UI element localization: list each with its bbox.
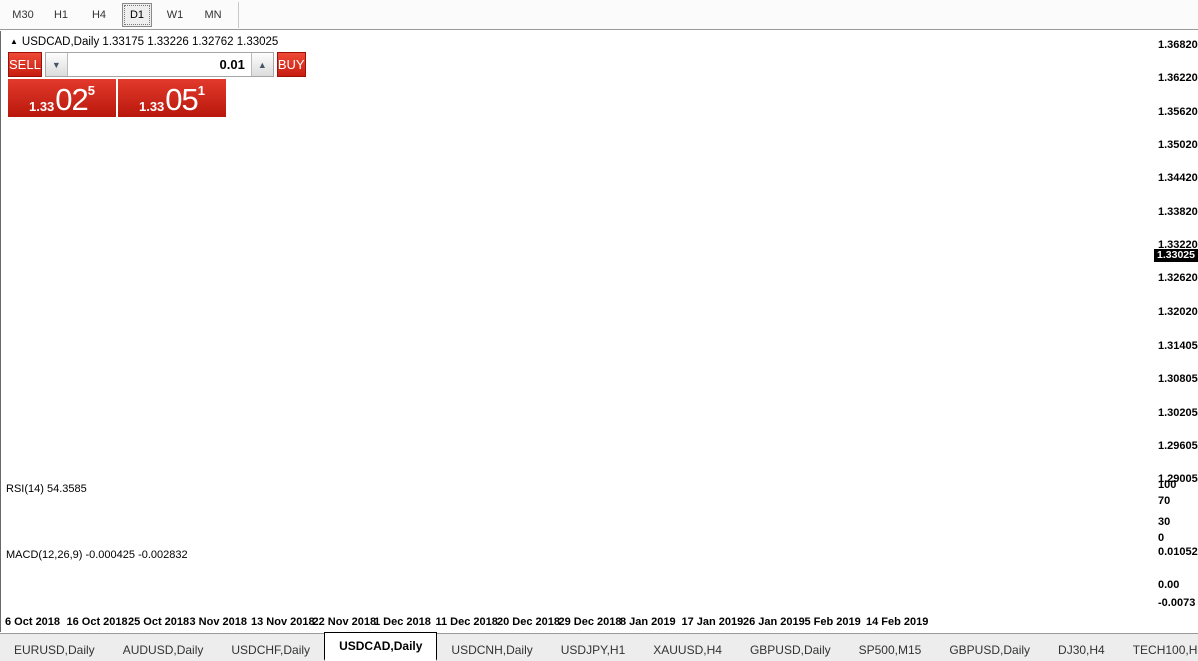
date-axis-label: 17 Jan 2019	[682, 616, 744, 628]
date-axis-label: 5 Feb 2019	[805, 616, 861, 628]
date-axis-label: 8 Jan 2019	[620, 616, 676, 628]
timeframe-button-d1[interactable]: D1	[122, 3, 152, 27]
price-axis-label: 1.32020	[1158, 306, 1198, 318]
buy-price-small: 1.33	[139, 99, 164, 114]
timeframe-button-h4[interactable]: H4	[84, 3, 114, 27]
volume-input[interactable]	[68, 53, 251, 76]
date-axis-label: 29 Dec 2018	[559, 616, 622, 628]
timeframe-button-w1[interactable]: W1	[160, 3, 190, 27]
volume-decrease-button[interactable]: ▼	[46, 53, 68, 76]
sell-price-tile[interactable]: 1.33 02 5	[8, 79, 116, 117]
toolbar-separator	[238, 2, 239, 28]
price-axis-label: 1.30205	[1158, 407, 1198, 419]
one-click-trade-panel: SELL ▼ ▲ BUY 1.33 02 5 1.33 05 1	[8, 52, 227, 117]
tab-gbpusd-daily[interactable]: GBPUSD,Daily	[736, 639, 845, 661]
current-price-tag: 1.33025	[1154, 249, 1198, 262]
date-axis-label: 25 Oct 2018	[128, 616, 189, 628]
price-axis-label: 1.35020	[1158, 139, 1198, 151]
price-axis-label: 1.31405	[1158, 340, 1198, 352]
mt4-terminal: { "toolbar": { "timeframes": ["M30","H1"…	[0, 0, 1198, 661]
rsi-axis-label: 70	[1158, 495, 1170, 507]
macd-axis-label: 0.00	[1158, 579, 1179, 591]
price-axis-label: 1.29605	[1158, 440, 1198, 452]
buy-price-tile[interactable]: 1.33 05 1	[118, 79, 226, 117]
chart-title-text: USDCAD,Daily 1.33175 1.33226 1.32762 1.3…	[22, 36, 278, 48]
date-axis-label: 14 Feb 2019	[866, 616, 928, 628]
date-axis-label: 26 Jan 2019	[743, 616, 805, 628]
tab-usdcnh-daily[interactable]: USDCNH,Daily	[437, 639, 546, 661]
date-axis-label: 3 Nov 2018	[190, 616, 247, 628]
chevron-down-icon: ▼	[52, 60, 61, 70]
tab-sp500-m15[interactable]: SP500,M15	[845, 639, 936, 661]
sell-price-small: 1.33	[29, 99, 54, 114]
chart-title: ▲ USDCAD,Daily 1.33175 1.33226 1.32762 1.…	[10, 36, 278, 48]
price-axis-label: 1.30805	[1158, 373, 1198, 385]
date-axis-label: 22 Nov 2018	[313, 616, 377, 628]
tab-audusd-daily[interactable]: AUDUSD,Daily	[109, 639, 218, 661]
tab-dj30-h4[interactable]: DJ30,H4	[1044, 639, 1119, 661]
price-axis-label: 1.32620	[1158, 272, 1198, 284]
price-axis-label: 1.34420	[1158, 172, 1198, 184]
volume-increase-button[interactable]: ▲	[251, 53, 273, 76]
buy-button[interactable]: BUY	[277, 52, 306, 77]
rsi-axis-label: 100	[1158, 479, 1176, 491]
price-axis-label: 1.35620	[1158, 106, 1198, 118]
price-axis-label: 1.33820	[1158, 206, 1198, 218]
chart-window	[0, 31, 1198, 632]
timeframe-button-h1[interactable]: H1	[46, 3, 76, 27]
tab-gbpusd-daily[interactable]: GBPUSD,Daily	[935, 639, 1044, 661]
sell-price-pip: 5	[88, 83, 95, 98]
price-axis-label: 1.36820	[1158, 39, 1198, 51]
volume-stepper: ▼ ▲	[45, 52, 274, 77]
rsi-axis-label: 0	[1158, 532, 1164, 544]
macd-axis-label: -0.0073	[1158, 597, 1195, 609]
date-axis-label: 13 Nov 2018	[251, 616, 315, 628]
buy-price-big: 05	[165, 86, 197, 114]
tab-usdcad-daily[interactable]: USDCAD,Daily	[324, 632, 437, 661]
date-axis-label: 16 Oct 2018	[67, 616, 128, 628]
chart-expand-icon: ▲	[10, 37, 18, 46]
macd-axis-label: 0.010525	[1158, 546, 1198, 558]
tab-tech100-h1[interactable]: TECH100,H1	[1119, 639, 1198, 661]
buy-price-pip: 1	[198, 83, 205, 98]
date-axis-label: 11 Dec 2018	[436, 616, 498, 628]
tab-usdchf-daily[interactable]: USDCHF,Daily	[217, 639, 324, 661]
chevron-up-icon: ▲	[258, 60, 267, 70]
tab-eurusd-daily[interactable]: EURUSD,Daily	[0, 639, 109, 661]
date-axis-label: 6 Oct 2018	[5, 616, 60, 628]
rsi-label: RSI(14) 54.3585	[6, 483, 87, 495]
sell-price-big: 02	[55, 86, 87, 114]
tab-xauusd-h4[interactable]: XAUUSD,H4	[639, 639, 736, 661]
timeframe-toolbar: M30 H1 H4 D1 W1 MN	[0, 0, 1198, 30]
timeframe-button-m30[interactable]: M30	[8, 3, 38, 27]
rsi-axis-label: 30	[1158, 516, 1170, 528]
date-axis-label: 20 Dec 2018	[497, 616, 560, 628]
symbol-tabbar: EURUSD,DailyAUDUSD,DailyUSDCHF,DailyUSDC…	[0, 633, 1198, 661]
macd-label: MACD(12,26,9) -0.000425 -0.002832	[6, 549, 188, 561]
tab-usdjpy-h1[interactable]: USDJPY,H1	[547, 639, 639, 661]
date-axis-label: 1 Dec 2018	[374, 616, 431, 628]
timeframe-button-mn[interactable]: MN	[198, 3, 228, 27]
price-axis-label: 1.36220	[1158, 72, 1198, 84]
sell-button[interactable]: SELL	[8, 52, 42, 77]
